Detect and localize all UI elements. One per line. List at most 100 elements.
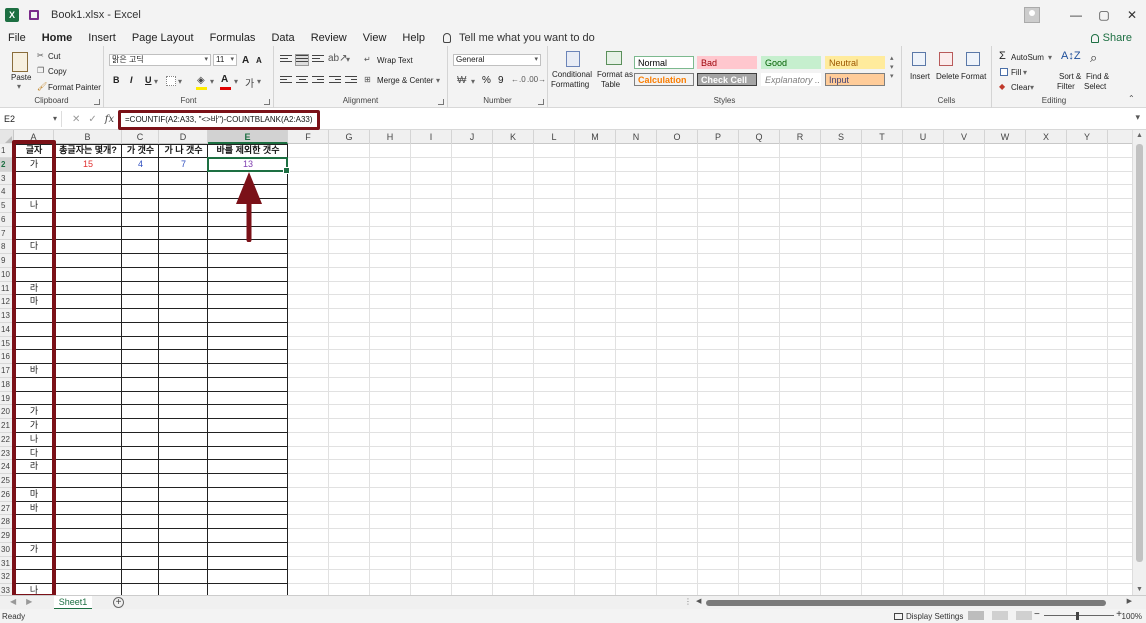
clear-label[interactable]: Clear: [1011, 83, 1030, 92]
scroll-down-icon[interactable]: ▼: [1136, 586, 1143, 593]
shrink-font-button[interactable]: A: [256, 56, 262, 65]
format-painter-icon[interactable]: 🖌: [37, 82, 47, 91]
zoom-out-icon[interactable]: −: [1034, 609, 1040, 620]
underline-button[interactable]: U: [145, 75, 152, 85]
paste-dropdown-icon[interactable]: ▾: [17, 82, 21, 91]
find-select-label-1[interactable]: Find &: [1086, 72, 1109, 81]
cut-label[interactable]: Cut: [48, 52, 60, 61]
format-as-table-label-2[interactable]: Table: [601, 80, 620, 89]
name-box[interactable]: E2: [0, 111, 62, 127]
comma-style-button[interactable]: 9: [498, 75, 504, 86]
column-header-y[interactable]: Y: [1067, 130, 1108, 144]
header-cell-e1[interactable]: 바를 제외한 갯수: [208, 144, 288, 158]
add-sheet-icon[interactable]: +: [113, 597, 124, 608]
fill-down-icon[interactable]: [1000, 68, 1008, 76]
style-calculation[interactable]: Calculation: [634, 73, 694, 86]
insert-cells-label[interactable]: Insert: [910, 72, 930, 81]
style-good[interactable]: Good: [761, 56, 821, 69]
normal-view-icon[interactable]: [968, 611, 984, 620]
paste-icon[interactable]: [12, 52, 28, 72]
column-header-k[interactable]: K: [493, 130, 534, 144]
zoom-knob[interactable]: [1076, 612, 1079, 620]
page-break-view-icon[interactable]: [1016, 611, 1032, 620]
wrap-text-icon[interactable]: ↵: [364, 55, 371, 64]
column-header-h[interactable]: H: [370, 130, 411, 144]
worksheet-grid[interactable]: ABCDEFGHIJKLMNOPQRSTUVWXY 1 2 3 4 5 6 7 8 9 10 11 1…: [0, 130, 1132, 595]
restore-icon[interactable]: ▢: [1090, 8, 1118, 22]
find-select-label-2[interactable]: Select: [1084, 82, 1106, 91]
merge-center-label[interactable]: Merge & Center: [377, 76, 433, 85]
italic-button[interactable]: I: [130, 75, 133, 85]
increase-decimal-icon[interactable]: ←.0: [511, 75, 526, 84]
orientation-icon[interactable]: ab↗: [328, 53, 348, 64]
column-header-u[interactable]: U: [903, 130, 944, 144]
middle-align-icon[interactable]: [295, 54, 309, 66]
eraser-icon[interactable]: ◆: [999, 82, 1005, 91]
tab-view[interactable]: View: [355, 32, 395, 44]
paste-label[interactable]: Paste: [11, 73, 31, 82]
column-header-x[interactable]: X: [1026, 130, 1067, 144]
number-format-dropdown[interactable]: General: [453, 54, 541, 66]
merge-center-icon[interactable]: ⊞: [364, 75, 371, 84]
font-launcher-icon[interactable]: [264, 99, 270, 105]
tell-me-box[interactable]: Tell me what you want to do: [443, 32, 595, 44]
font-color-icon[interactable]: A: [221, 74, 228, 85]
tab-help[interactable]: Help: [394, 32, 433, 44]
format-as-table-label-1[interactable]: Format as: [597, 70, 633, 79]
decrease-decimal-icon[interactable]: .00→: [527, 75, 546, 84]
sort-filter-label-2[interactable]: Filter: [1057, 82, 1075, 91]
sheet-nav-arrows-icon[interactable]: ◀▶: [10, 597, 42, 606]
column-header-t[interactable]: T: [862, 130, 903, 144]
style-neutral[interactable]: Neutral: [825, 56, 885, 69]
formula-input[interactable]: =COUNTIF(A2:A33, "<>바")-COUNTBLANK(A2:A3…: [118, 110, 320, 130]
zoom-percent[interactable]: 100%: [1122, 612, 1142, 621]
result-cell-b2[interactable]: 15: [54, 158, 122, 172]
collapse-ribbon-icon[interactable]: ⌃: [1128, 94, 1135, 103]
align-left-icon[interactable]: [280, 76, 292, 86]
column-header-q[interactable]: Q: [739, 130, 780, 144]
header-cell-d1[interactable]: 가 나 갯수: [159, 144, 208, 158]
column-header-o[interactable]: O: [657, 130, 698, 144]
phonetic-icon[interactable]: 가: [245, 75, 254, 90]
save-icon[interactable]: [29, 10, 39, 20]
sort-filter-label-1[interactable]: Sort &: [1059, 72, 1081, 81]
share-button[interactable]: Share: [1090, 32, 1132, 44]
wrap-text-label[interactable]: Wrap Text: [377, 56, 413, 65]
vertical-scroll-thumb[interactable]: [1136, 144, 1143, 562]
zoom-slider[interactable]: − +: [1034, 609, 1122, 621]
style-normal[interactable]: Normal: [634, 56, 694, 69]
column-header-m[interactable]: M: [575, 130, 616, 144]
column-header-e[interactable]: E: [208, 130, 288, 144]
column-header-b[interactable]: B: [54, 130, 122, 144]
confirm-entry-icon[interactable]: ✓: [88, 114, 96, 125]
autosum-dropdown-icon[interactable]: ▾: [1048, 53, 1052, 62]
grow-font-button[interactable]: A: [242, 55, 249, 66]
autosum-icon[interactable]: Σ: [999, 50, 1006, 62]
tab-formulas[interactable]: Formulas: [202, 32, 264, 44]
phonetic-dropdown-icon[interactable]: ▾: [257, 77, 261, 86]
fill-label[interactable]: Fill: [1011, 68, 1021, 77]
tab-page-layout[interactable]: Page Layout: [124, 32, 202, 44]
column-header-f[interactable]: F: [288, 130, 329, 144]
scroll-right-icon[interactable]: ▶: [1127, 597, 1132, 605]
format-painter-label[interactable]: Format Painter: [48, 83, 101, 92]
column-header-p[interactable]: P: [698, 130, 739, 144]
page-layout-view-icon[interactable]: [992, 611, 1008, 620]
scroll-left-icon[interactable]: ◀: [696, 597, 701, 605]
orientation-dropdown-icon[interactable]: ▾: [346, 55, 350, 64]
tab-file[interactable]: File: [0, 32, 34, 44]
conditional-formatting-icon[interactable]: [566, 51, 580, 67]
sheet-tab-sheet1[interactable]: Sheet1: [54, 596, 92, 610]
number-launcher-icon[interactable]: [538, 99, 544, 105]
tab-split-handle-icon[interactable]: ⋮: [684, 597, 692, 606]
style-input[interactable]: Input: [825, 73, 885, 86]
column-header-n[interactable]: N: [616, 130, 657, 144]
account-avatar-icon[interactable]: [1024, 7, 1040, 23]
column-header-s[interactable]: S: [821, 130, 862, 144]
bold-button[interactable]: B: [113, 75, 120, 85]
vertical-scrollbar[interactable]: ▲ ▼: [1132, 130, 1146, 595]
merge-dropdown-icon[interactable]: ▾: [436, 76, 440, 85]
font-name-dropdown[interactable]: 맑은 고딕: [109, 54, 211, 66]
horizontal-scrollbar[interactable]: ◀ ▶: [696, 597, 1132, 607]
result-cell-d2[interactable]: 7: [159, 158, 208, 172]
